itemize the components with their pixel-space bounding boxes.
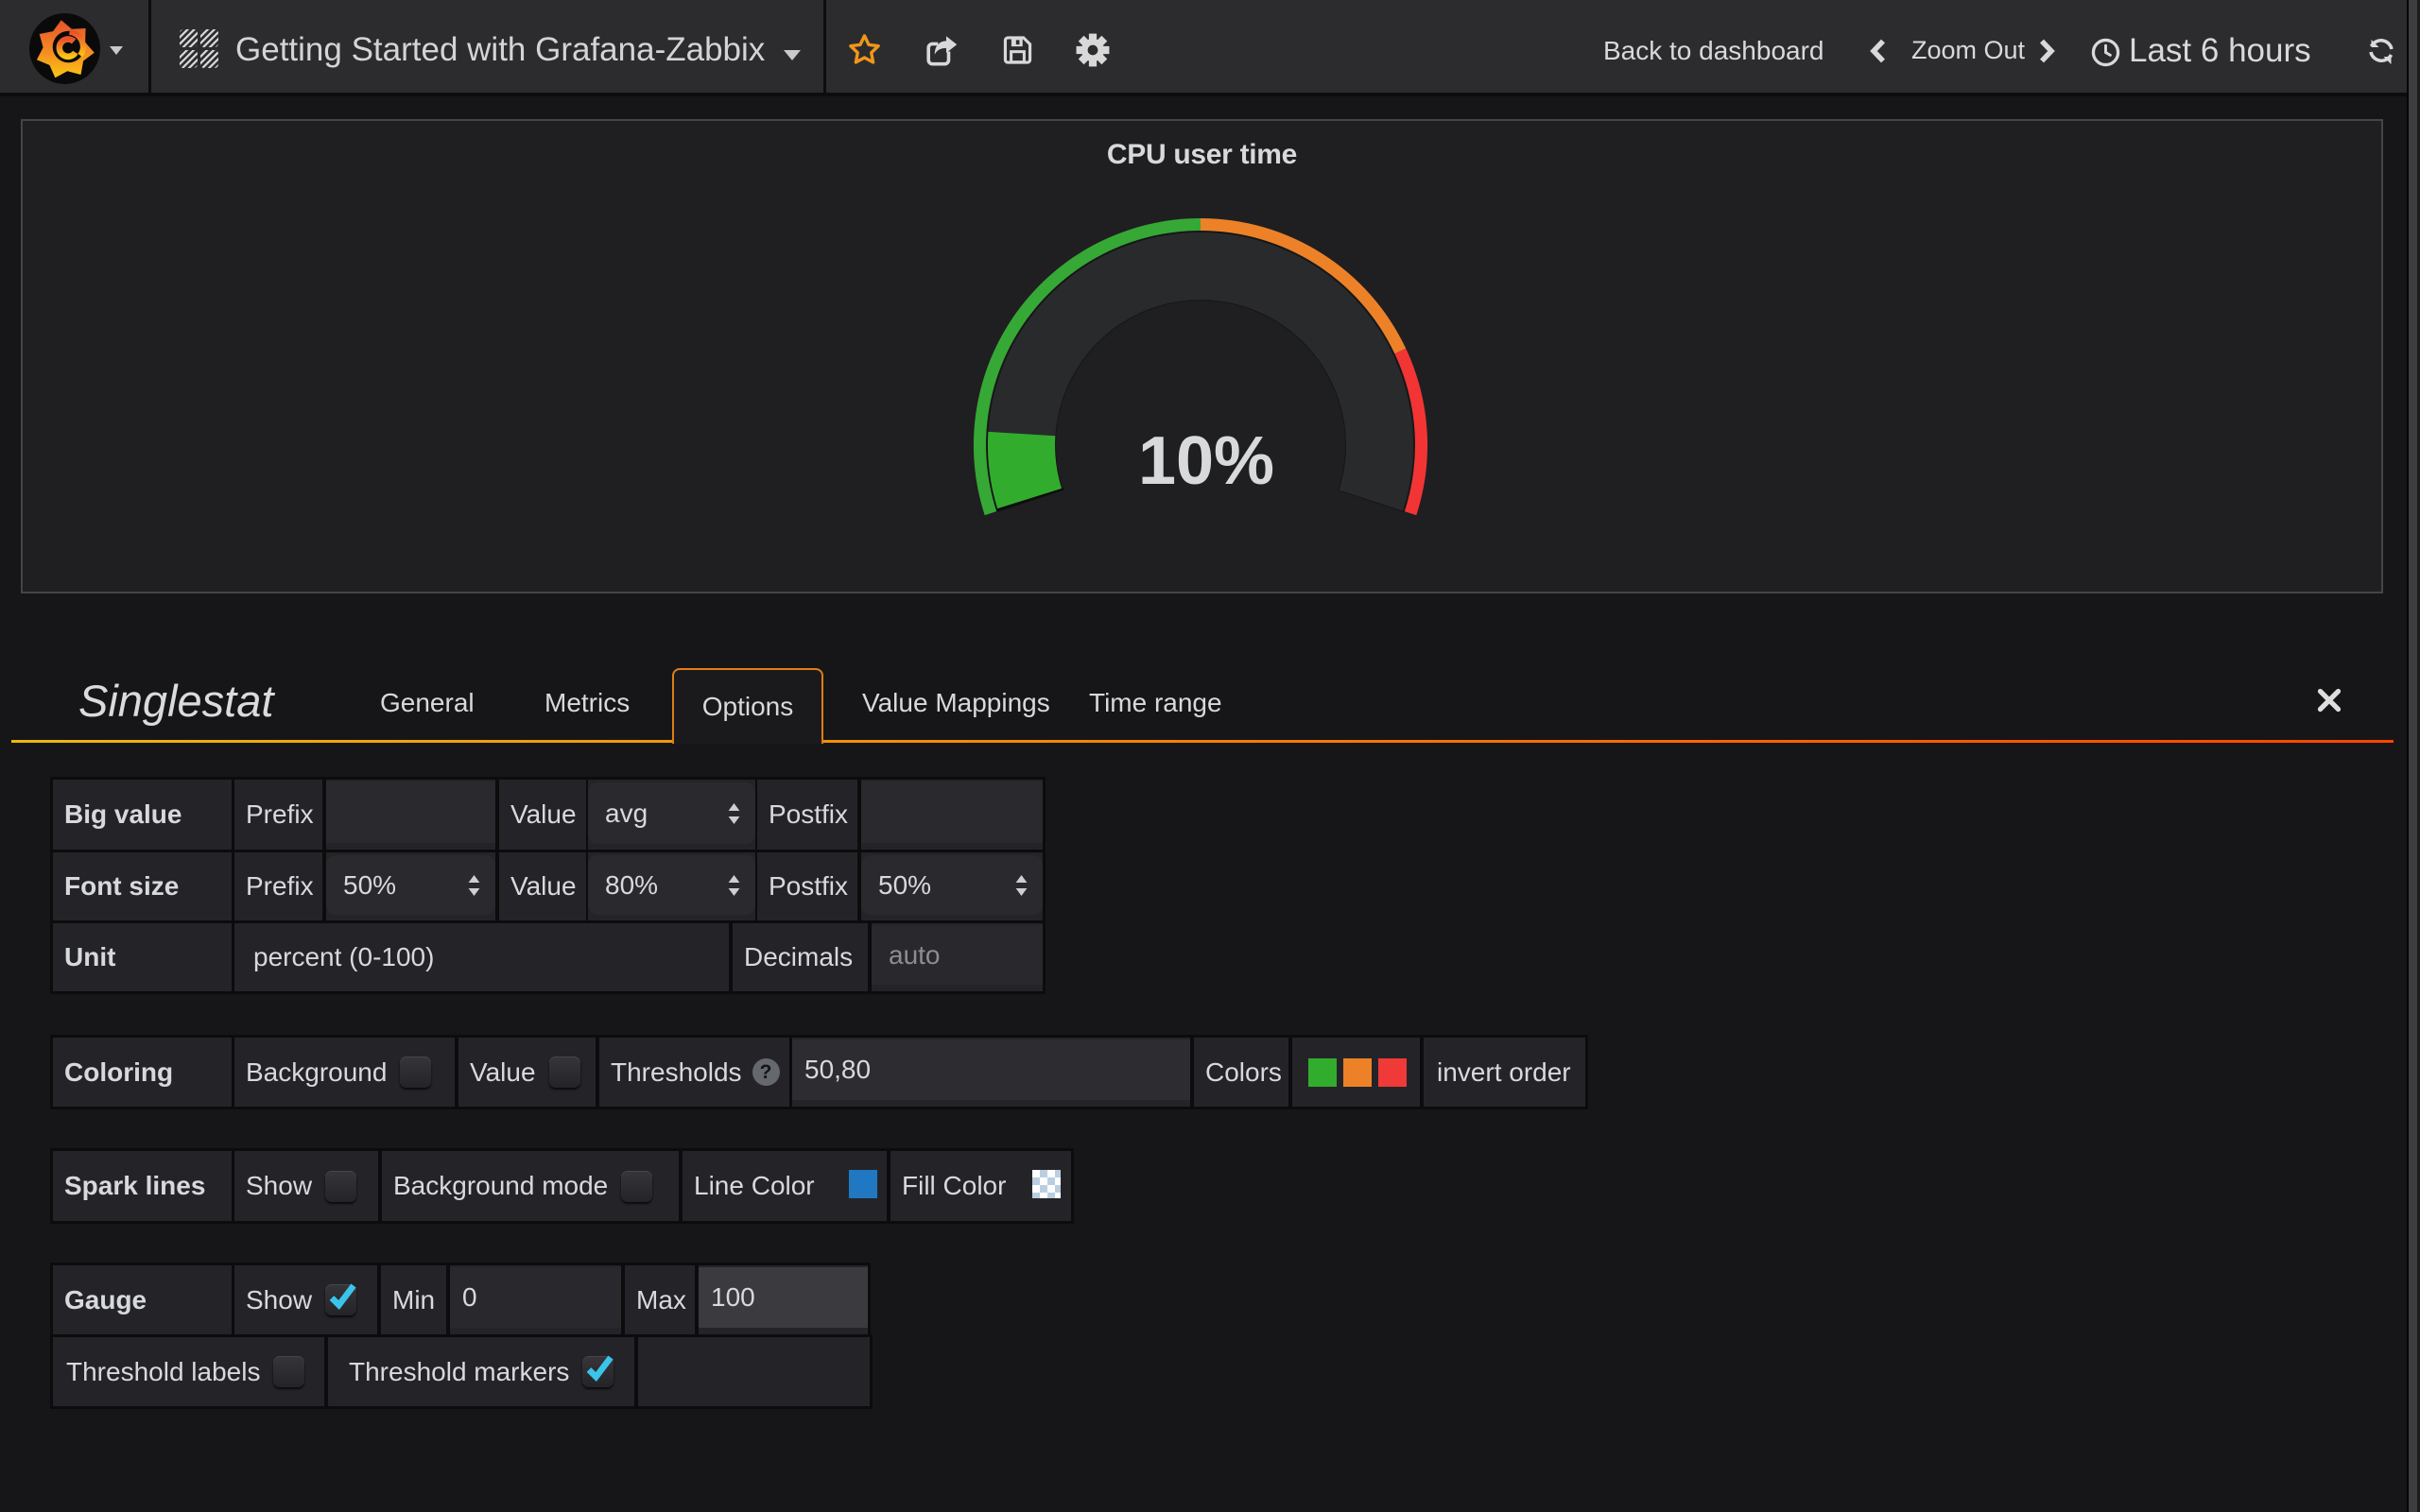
- svg-text:10%: 10%: [1138, 423, 1274, 499]
